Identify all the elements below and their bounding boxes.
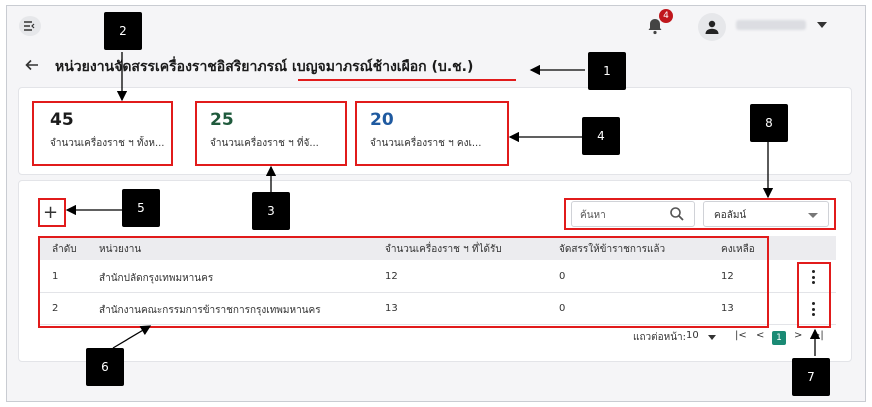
table-cell: สำนักงานคณะกรรมการข้าราชการกรุงเทพมหานคร xyxy=(99,305,321,316)
stat-label: จำนวนเครื่องราช ฯ ที่จั... xyxy=(210,138,319,149)
notification-badge: 4 xyxy=(659,9,673,23)
menu-collapse-icon[interactable] xyxy=(19,16,41,36)
stat-label: จำนวนเครื่องราช ฯ ทั้งห... xyxy=(50,138,165,149)
more-vert-icon[interactable] xyxy=(809,300,817,318)
callout-5: 5 xyxy=(122,189,160,227)
table-cell: 2 xyxy=(52,303,59,314)
user-name-blurred[interactable] xyxy=(736,20,806,30)
last-page-button[interactable]: >| xyxy=(812,330,824,346)
column-header[interactable]: จัดสรรให้ข้าราชการแล้ว xyxy=(559,242,665,257)
table-cell: 12 xyxy=(385,271,398,282)
stat-card-allocated[interactable]: 25 จำนวนเครื่องราช ฯ ที่จั... xyxy=(198,96,344,166)
stat-label: จำนวนเครื่องราช ฯ คงเ... xyxy=(370,138,482,149)
stat-value: 45 xyxy=(50,110,74,130)
column-header[interactable]: หน่วยงาน xyxy=(99,242,141,257)
add-button[interactable]: + xyxy=(39,203,62,225)
callout-3: 3 xyxy=(252,192,290,230)
callout-7: 7 xyxy=(792,358,830,396)
stat-card-total[interactable]: 45 จำนวนเครื่องราช ฯ ทั้งห... xyxy=(38,96,172,166)
stat-value: 25 xyxy=(210,110,234,130)
stat-card-remaining[interactable]: 20 จำนวนเครื่องราช ฯ คงเ... xyxy=(358,96,504,166)
next-page-button[interactable]: > xyxy=(794,330,802,346)
first-page-button[interactable]: |< xyxy=(735,330,747,346)
search-input[interactable]: ค้นหา xyxy=(571,201,695,227)
column-select[interactable]: คอลัมน์ xyxy=(703,201,829,227)
callout-6: 6 xyxy=(86,348,124,386)
column-select-label: คอลัมน์ xyxy=(714,210,747,221)
table-cell: 1 xyxy=(52,271,59,282)
search-placeholder: ค้นหา xyxy=(580,210,606,221)
table-cell: 13 xyxy=(721,303,734,314)
title-underline xyxy=(298,79,516,81)
table-header: ลำดับ หน่วยงาน จำนวนเครื่องราช ฯ ที่ได้ร… xyxy=(39,236,836,260)
more-vert-icon[interactable] xyxy=(809,268,817,286)
arrow-left-icon[interactable] xyxy=(24,57,40,73)
table-row[interactable]: 1 สำนักปลัดกรุงเทพมหานคร 12 0 12 xyxy=(39,261,836,293)
rows-per-page-select[interactable]: 10 xyxy=(686,330,699,346)
table-cell: สำนักปลัดกรุงเทพมหานคร xyxy=(99,273,214,284)
callout-8: 8 xyxy=(750,104,788,142)
table-row[interactable]: 2 สำนักงานคณะกรรมการข้าราชการกรุงเทพมหาน… xyxy=(39,293,836,325)
current-page-button[interactable]: 1 xyxy=(772,331,786,345)
prev-page-button[interactable]: < xyxy=(756,330,764,346)
chevron-down-icon xyxy=(808,213,818,218)
column-header[interactable]: จำนวนเครื่องราช ฯ ที่ได้รับ xyxy=(385,242,502,257)
search-icon xyxy=(669,206,685,222)
callout-2: 2 xyxy=(104,12,142,50)
column-header[interactable]: ลำดับ xyxy=(52,242,77,257)
callout-4: 4 xyxy=(582,117,620,155)
table-cell: 13 xyxy=(385,303,398,314)
chevron-down-icon[interactable] xyxy=(708,335,716,340)
chevron-down-icon[interactable] xyxy=(817,22,827,28)
table-cell: 0 xyxy=(559,303,566,314)
callout-1: 1 xyxy=(588,52,626,90)
stat-value: 20 xyxy=(370,110,394,130)
rows-per-page-label: แถวต่อหน้า: xyxy=(633,332,687,343)
table-cell: 12 xyxy=(721,271,734,282)
page-title: หน่วยงานจัดสรรเครื่องราชอิสริยาภรณ์ เบญจ… xyxy=(55,59,474,75)
avatar[interactable] xyxy=(698,13,726,41)
table-cell: 0 xyxy=(559,271,566,282)
column-header[interactable]: คงเหลือ xyxy=(721,242,755,257)
